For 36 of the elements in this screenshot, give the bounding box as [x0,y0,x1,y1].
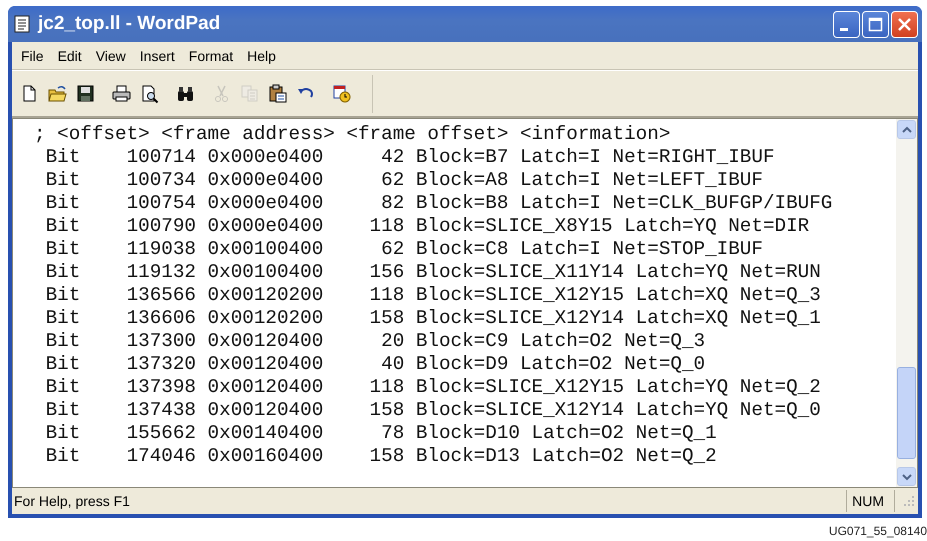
status-indicator: NUM [846,490,895,512]
text-line: Bit 137320 0x00120400 40 Block=D9 Latch=O2 Net=Q_0 [44,353,706,376]
text-line: Bit 136606 0x00120200 158 Block=SLICE_X12Y14 Latch=XQ Net=Q_1 [44,307,821,330]
text-line: ; <offset> <frame address> <frame offset> <information> [34,123,670,146]
menu-item[interactable]: Help [241,48,284,64]
maximize-button[interactable] [862,10,889,38]
menu-item[interactable]: Format [182,48,242,64]
text-line: Bit 155662 0x00140400 78 Block=D10 Latch=O2 Net=Q_1 [44,422,717,445]
menu-item[interactable]: View [90,48,134,64]
scroll-up-button[interactable] [897,120,916,139]
text-line: Bit 137300 0x00120400 20 Block=C9 Latch=O2 Net=Q_3 [44,330,706,353]
resize-grip-icon[interactable] [903,495,915,507]
text-line: Bit 100754 0x000e0400 82 Block=B8 Latch=I Net=CLK_BUFGP/IBUFG [44,192,832,215]
down-chevron-icon [902,472,912,480]
scrollbar-thumb[interactable] [897,367,916,459]
text-line: Bit 136566 0x00120200 118 Block=SLICE_X12Y15 Latch=XQ Net=Q_3 [44,284,821,307]
minimize-button[interactable] [833,10,860,38]
status-message: For Help, press F1 [13,493,131,509]
menu-item[interactable]: Insert [134,48,183,64]
text-line: Bit 119038 0x00100400 62 Block=C8 Latch=I Net=STOP_IBUF [44,238,763,261]
menu-item[interactable]: Edit [52,48,90,64]
scroll-down-button[interactable] [897,467,916,486]
window-title: jc2_top.ll - WordPad [38,13,222,35]
text-line: Bit 137398 0x00120400 118 Block=SLICE_X12Y15 Latch=YQ Net=Q_2 [44,376,821,399]
menu-item[interactable]: File [15,48,52,64]
text-line: Bit 100714 0x000e0400 42 Block=B7 Latch=I Net=RIGHT_IBUF [44,146,775,169]
close-button[interactable] [891,10,918,38]
document-icon [14,15,30,33]
minimize-icon [840,28,848,30]
text-line: Bit 119132 0x00100400 156 Block=SLICE_X11Y14 Latch=YQ Net=RUN [44,261,821,284]
text-line: Bit 100734 0x000e0400 62 Block=A8 Latch=I Net=LEFT_IBUF [44,169,763,192]
text-line: Bit 100790 0x000e0400 118 Block=SLICE_X8Y15 Latch=YQ Net=DIR [44,215,810,238]
text-line: Bit 137438 0x00120400 158 Block=SLICE_X12Y14 Latch=YQ Net=Q_0 [44,399,821,422]
figure-id: UG071_55_08140 [828,524,927,538]
up-chevron-icon [902,126,912,134]
text-line: Bit 174046 0x00160400 158 Block=D13 Latch=O2 Net=Q_2 [44,445,717,468]
